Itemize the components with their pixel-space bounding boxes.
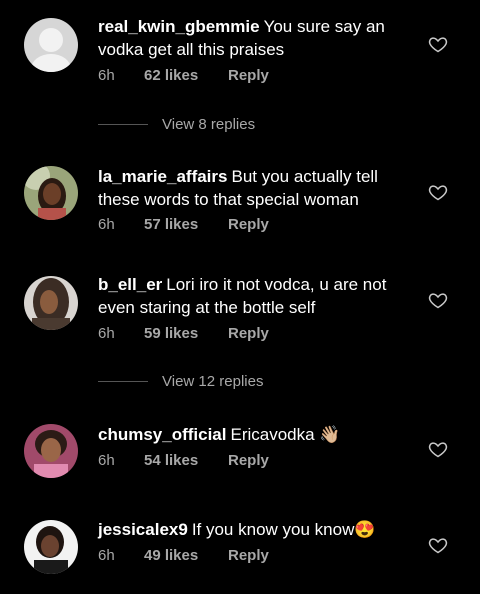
comment-meta: 6h 49 likes Reply bbox=[98, 547, 269, 564]
reply-button[interactable]: Reply bbox=[228, 547, 269, 564]
comment-username[interactable]: la_marie_affairs bbox=[98, 167, 227, 186]
comment-username[interactable]: chumsy_official bbox=[98, 425, 227, 444]
comment-username[interactable]: real_kwin_gbemmie bbox=[98, 17, 260, 36]
avatar[interactable] bbox=[24, 520, 78, 574]
comment-body: Ericavodka bbox=[230, 425, 315, 444]
like-heart-icon[interactable] bbox=[428, 439, 448, 459]
avatar[interactable] bbox=[24, 276, 78, 330]
comment-username[interactable]: b_ell_er bbox=[98, 275, 162, 294]
comment-text-block: b_ell_er Lori iro it not vodca, u are not… bbox=[98, 273, 416, 319]
comment-text-block: jessicalex9 If you know you know😍 bbox=[98, 518, 416, 541]
like-heart-icon[interactable] bbox=[428, 34, 448, 54]
comment-body: If you know you know bbox=[191, 520, 355, 539]
comment-likes[interactable]: 62 likes bbox=[144, 67, 228, 84]
comment-meta: 6h 59 likes Reply bbox=[98, 325, 269, 342]
comment-time: 6h bbox=[98, 216, 115, 233]
reply-button[interactable]: Reply bbox=[228, 325, 269, 342]
like-heart-icon[interactable] bbox=[428, 290, 448, 310]
comment-meta: 6h 54 likes Reply bbox=[98, 452, 269, 469]
comment-text-block: la_marie_affairs But you actually tell th… bbox=[98, 165, 416, 211]
comment-text-block: real_kwin_gbemmie You sure say an vodka g… bbox=[98, 15, 416, 61]
comment-text-block: chumsy_official Ericavodka 👋🏼 bbox=[98, 423, 416, 446]
comment-likes[interactable]: 59 likes bbox=[144, 325, 228, 342]
like-heart-icon[interactable] bbox=[428, 535, 448, 555]
avatar[interactable] bbox=[24, 18, 78, 72]
comment-meta: 6h 62 likes Reply bbox=[98, 67, 269, 84]
comment-time: 6h bbox=[98, 67, 115, 84]
view-replies-button[interactable]: View 12 replies bbox=[98, 373, 263, 390]
avatar[interactable] bbox=[24, 424, 78, 478]
comment-time: 6h bbox=[98, 325, 115, 342]
reply-button[interactable]: Reply bbox=[228, 452, 269, 469]
comment-meta: 6h 57 likes Reply bbox=[98, 216, 269, 233]
comment-likes[interactable]: 49 likes bbox=[144, 547, 228, 564]
reply-button[interactable]: Reply bbox=[228, 216, 269, 233]
avatar[interactable] bbox=[24, 166, 78, 220]
comment-time: 6h bbox=[98, 452, 115, 469]
like-heart-icon[interactable] bbox=[428, 182, 448, 202]
view-replies-label: View 8 replies bbox=[162, 116, 256, 133]
reply-button[interactable]: Reply bbox=[228, 67, 269, 84]
heart-eyes-emoji-icon: 😍 bbox=[354, 520, 376, 539]
comment-likes[interactable]: 54 likes bbox=[144, 452, 228, 469]
comment-likes[interactable]: 57 likes bbox=[144, 216, 228, 233]
view-replies-label: View 12 replies bbox=[162, 373, 264, 390]
comment-time: 6h bbox=[98, 547, 115, 564]
view-replies-button[interactable]: View 8 replies bbox=[98, 116, 255, 133]
wave-emoji-icon: 👋🏼 bbox=[319, 425, 341, 444]
divider-line bbox=[98, 381, 148, 382]
divider-line bbox=[98, 124, 148, 125]
comment-username[interactable]: jessicalex9 bbox=[98, 520, 188, 539]
